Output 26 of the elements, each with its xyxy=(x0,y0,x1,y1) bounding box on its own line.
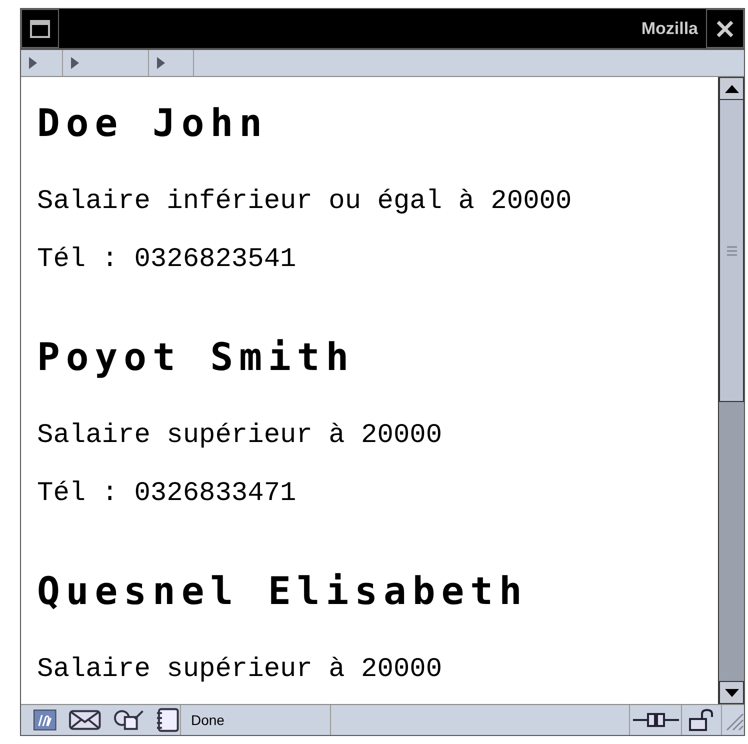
composer-icon[interactable] xyxy=(112,709,144,731)
info-line: Tél : 0326823541 xyxy=(37,244,298,277)
up-arrow-icon xyxy=(724,84,738,92)
tab-arrow-icon[interactable] xyxy=(71,57,79,69)
window-title: Mozilla xyxy=(640,18,699,38)
unlocked-padlock-icon xyxy=(688,709,716,731)
scrollbar-thumb[interactable] xyxy=(719,100,744,402)
tab-arrow-icon[interactable] xyxy=(157,57,165,69)
tab-arrow-icon[interactable] xyxy=(29,57,37,69)
connection-icon xyxy=(632,713,678,727)
status-text: Done xyxy=(181,705,331,735)
close-icon[interactable] xyxy=(715,18,735,38)
down-arrow-icon xyxy=(724,688,738,696)
person-name: Poyot Smith xyxy=(37,337,356,377)
info-line: Salaire supérieur à 20000 xyxy=(37,420,444,453)
person-name: Quesnel Elisabeth xyxy=(37,571,529,611)
mail-icon[interactable] xyxy=(68,710,100,730)
navigator-icon[interactable] xyxy=(33,709,57,731)
scroll-down-button[interactable] xyxy=(719,681,744,704)
info-line: Salaire supérieur à 20000 xyxy=(37,654,444,687)
scroll-up-button[interactable] xyxy=(719,77,744,100)
person-name: Doe John xyxy=(37,103,270,143)
address-book-icon[interactable] xyxy=(156,708,180,732)
window-icon[interactable] xyxy=(30,20,50,38)
info-line: Salaire inférieur ou égal à 20000 xyxy=(37,186,573,219)
info-line: Tél : 0326833471 xyxy=(37,478,298,511)
